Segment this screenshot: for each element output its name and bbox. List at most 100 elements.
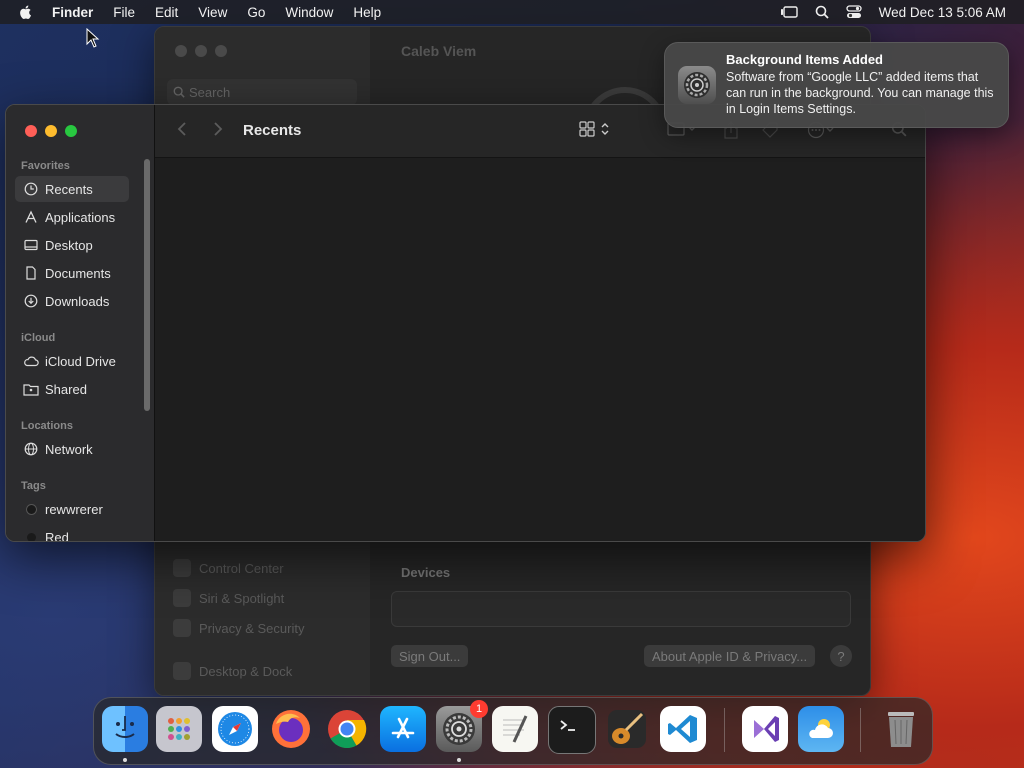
textedit-icon (503, 715, 528, 743)
notification-title: Background Items Added (726, 52, 883, 67)
menu-help[interactable]: Help (353, 5, 381, 20)
menu-finder[interactable]: Finder (52, 5, 93, 20)
sidebar-tag-red[interactable]: Red (15, 524, 129, 542)
help-button[interactable]: ? (830, 645, 852, 667)
stage-manager-icon[interactable] (780, 5, 798, 19)
dock-app-visual-studio[interactable] (742, 706, 788, 752)
zoom-button[interactable] (65, 125, 77, 137)
spotlight-search-icon[interactable] (815, 5, 829, 19)
dock-app-launchpad[interactable] (156, 706, 202, 752)
devices-heading: Devices (401, 565, 451, 580)
settings-item-privacy[interactable]: Privacy & Security (173, 619, 304, 637)
dock-app-terminal[interactable] (548, 706, 596, 754)
sidebar-item-documents[interactable]: Documents (15, 260, 129, 286)
settings-item-control-center[interactable]: Control Center (173, 559, 284, 577)
apple-logo-icon[interactable] (18, 4, 34, 20)
dock-app-garageband[interactable] (604, 706, 650, 752)
sidebar-item-network[interactable]: Network (15, 436, 129, 462)
sidebar-item-desktop[interactable]: Desktop (15, 232, 129, 258)
dock-separator (724, 708, 725, 752)
settings-search-field[interactable]: Search (167, 79, 357, 105)
finder-content-area[interactable] (155, 158, 925, 541)
sign-out-button[interactable]: Sign Out... (391, 645, 469, 667)
dock-app-weather[interactable] (798, 706, 844, 752)
dock-separator (860, 708, 861, 752)
forward-button[interactable] (213, 121, 223, 137)
settings-account-name: Caleb Viem (401, 43, 477, 59)
sidebar-item-icloud-drive[interactable]: iCloud Drive (15, 348, 129, 374)
devices-list (391, 591, 851, 627)
search-placeholder: Search (189, 84, 231, 100)
desktop-icon (23, 237, 39, 253)
finder-window: Favorites Recents Applications Desktop D… (5, 104, 926, 542)
menu-bar: Finder File Edit View Go Window Help Wed… (0, 0, 1024, 24)
firefox-icon (272, 710, 310, 748)
guitar-icon (608, 710, 646, 748)
chevron-right-icon (214, 122, 223, 136)
menu-go[interactable]: Go (247, 5, 265, 20)
dock-app-trash[interactable] (878, 706, 924, 752)
chevron-left-icon (177, 122, 186, 136)
minimize-button[interactable] (45, 125, 57, 137)
finder-face-icon (115, 716, 135, 738)
sidebar-item-applications[interactable]: Applications (15, 204, 129, 230)
safari-compass-icon (218, 712, 252, 746)
sidebar-item-label: iCloud Drive (45, 353, 116, 369)
weather-cloud-icon (809, 719, 833, 738)
terminal-prompt-icon (560, 720, 575, 731)
about-apple-id-button[interactable]: About Apple ID & Privacy... (644, 645, 816, 667)
system-settings-icon (678, 66, 716, 104)
menu-window[interactable]: Window (285, 5, 333, 20)
document-icon (23, 265, 39, 281)
dock-app-finder[interactable] (102, 706, 148, 752)
mouse-cursor-icon (86, 28, 100, 48)
menu-file[interactable]: File (113, 5, 135, 20)
view-mode-button[interactable] (579, 121, 610, 137)
dock-app-system-settings[interactable]: 1 (436, 700, 488, 752)
clock-icon (23, 181, 39, 197)
privacy-icon (173, 619, 191, 637)
close-button[interactable] (25, 125, 37, 137)
dock-app-chrome[interactable] (324, 706, 370, 752)
chrome-icon (328, 710, 367, 749)
finder-sidebar: Favorites Recents Applications Desktop D… (6, 105, 154, 541)
dock-app-app-store[interactable] (380, 706, 426, 752)
settings-item-label: Privacy & Security (199, 620, 305, 636)
sidebar-item-label: Red (45, 529, 69, 542)
window-traffic-lights (25, 125, 77, 137)
sidebar-item-label: Network (45, 441, 93, 457)
section-tags: Tags (21, 480, 46, 492)
menu-view[interactable]: View (198, 5, 227, 20)
siri-icon (173, 589, 191, 607)
sidebar-item-label: Applications (45, 209, 116, 225)
trash-icon (888, 712, 914, 747)
control-center-icon[interactable] (846, 5, 862, 19)
tag-dot-icon (23, 501, 39, 517)
sidebar-tag-rewwrerer[interactable]: rewwrerer (15, 496, 129, 522)
sidebar-item-shared[interactable]: Shared (15, 376, 129, 402)
back-button[interactable] (177, 121, 187, 137)
sidebar-item-recents[interactable]: Recents (15, 176, 129, 202)
launchpad-icon (168, 718, 190, 740)
dock-app-vscode[interactable] (660, 706, 706, 752)
dock-app-textedit[interactable] (492, 706, 538, 752)
dock-app-firefox[interactable] (268, 706, 314, 752)
visual-studio-icon (754, 716, 779, 742)
notification-banner[interactable]: Background Items Added Software from “Go… (664, 42, 1009, 128)
sidebar-item-label: Desktop (45, 237, 93, 253)
search-icon (173, 86, 185, 98)
sidebar-scrollbar[interactable] (144, 159, 150, 411)
section-icloud: iCloud (21, 332, 56, 344)
vscode-icon (668, 715, 697, 743)
settings-item-siri[interactable]: Siri & Spotlight (173, 589, 284, 607)
menu-edit[interactable]: Edit (155, 5, 178, 20)
settings-item-desktop-dock[interactable]: Desktop & Dock (173, 662, 292, 680)
menu-clock[interactable]: Wed Dec 13 5:06 AM (879, 5, 1006, 20)
dock-app-safari[interactable] (212, 706, 258, 752)
chevron-updown-icon (601, 123, 609, 135)
sidebar-item-label: Recents (45, 181, 93, 197)
sidebar-item-downloads[interactable]: Downloads (15, 288, 129, 314)
section-locations: Locations (21, 420, 73, 432)
settings-traffic-lights (175, 45, 227, 57)
notification-badge: 1 (470, 700, 488, 718)
